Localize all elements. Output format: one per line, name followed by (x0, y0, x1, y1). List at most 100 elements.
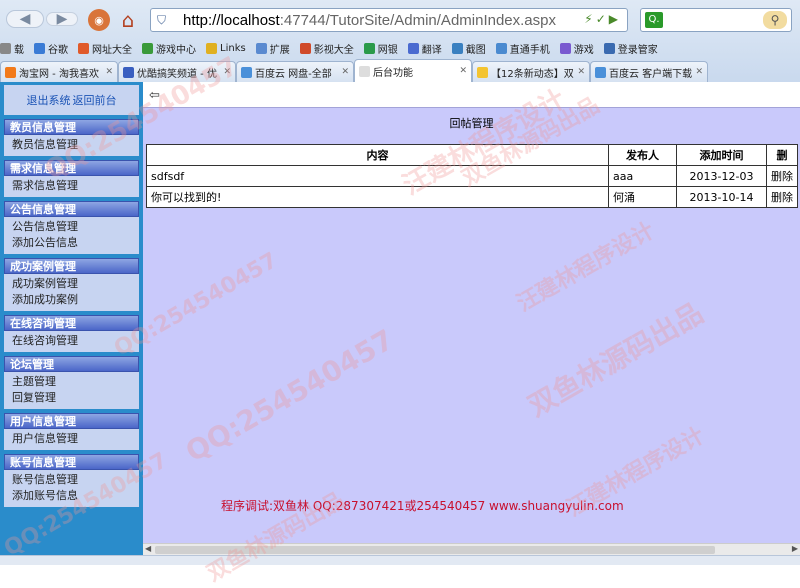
sidebar-menu-link[interactable]: 添加公告信息 (12, 235, 139, 251)
sidebar-group-title[interactable]: 在线咨询管理 (4, 315, 139, 331)
browser-tab[interactable]: 优酷搞笑频道 - 优 ✕ (118, 61, 236, 82)
sidebar-group-body: 教员信息管理 (4, 135, 139, 156)
close-icon[interactable]: ✕ (577, 67, 585, 77)
sidebar-group: 用户信息管理 用户信息管理 (4, 413, 139, 450)
sidebar-menu-link[interactable]: 公告信息管理 (12, 219, 139, 235)
forward-cloud-icon[interactable]: ▶ (46, 11, 78, 27)
browser-tab[interactable]: 百度云 网盘-全部 ✕ (236, 61, 354, 82)
favorite-label: 直通手机 (509, 44, 550, 56)
browser-tab[interactable]: 【12条新动态】双 ✕ (472, 61, 590, 82)
tab-favicon-icon (359, 65, 370, 77)
favorite-icon (34, 42, 45, 54)
favorite-item[interactable]: Links (206, 42, 246, 54)
close-icon[interactable]: ✕ (341, 67, 349, 77)
reply-content-cell: sdfsdf (146, 165, 609, 187)
sidebar-group-title[interactable]: 公告信息管理 (4, 201, 139, 217)
favorite-item[interactable]: 翻译 (407, 41, 442, 56)
favorite-item[interactable]: 直通手机 (495, 41, 550, 56)
sidebar-group-body: 需求信息管理 (4, 176, 139, 197)
sidebar-group-body: 成功案例管理 添加成功案例 (4, 274, 139, 311)
scroll-right-icon[interactable]: ▶ (792, 544, 798, 553)
browser-tab[interactable]: 百度云 客户端下载 ✕ (590, 61, 708, 82)
sidebar-menu-link[interactable]: 账号信息管理 (12, 472, 139, 488)
page-title: 回帖管理 (449, 117, 494, 130)
ie-compat-icon[interactable]: ◉ (88, 9, 110, 31)
horizontal-scrollbar[interactable]: ◀ ▶ (143, 543, 800, 555)
favorite-item[interactable]: 影视大全 (299, 41, 354, 56)
sidebar-group-body: 主题管理 回复管理 (4, 372, 139, 409)
tab-title: 优酷搞笑频道 - 优 (137, 68, 217, 80)
address-bar[interactable]: ⛉ http://localhost:47744/TutorSite/Admin… (150, 8, 628, 32)
sidebar-menu-link[interactable]: 添加账号信息 (12, 488, 139, 504)
sidebar-menu-link[interactable]: 需求信息管理 (12, 178, 139, 194)
footer-credit: 程序调试:双鱼林 QQ:287307421或254540457 www.shua… (221, 499, 624, 513)
url-text[interactable]: http://localhost:47744/TutorSite/Admin/A… (183, 12, 556, 29)
favorite-label: 谷歌 (48, 44, 68, 56)
table-header-row: 内容 发布人 添加时间删 (146, 144, 798, 166)
favorite-icon (559, 42, 571, 54)
favorite-icon (206, 42, 217, 54)
logout-link[interactable]: 退出系统 (27, 92, 71, 108)
address-tools-icon[interactable]: ⚡✓▶ (584, 12, 621, 26)
back-to-front-link[interactable]: 返回前台 (73, 92, 117, 108)
scrollbar-thumb[interactable] (155, 546, 715, 554)
close-icon[interactable]: ✕ (223, 67, 231, 77)
sidebar-group-title[interactable]: 需求信息管理 (4, 160, 139, 176)
browser-tab[interactable]: 淘宝网 - 淘我喜欢 ✕ (0, 61, 118, 82)
sidebar-group-body: 用户信息管理 (4, 429, 139, 450)
close-icon[interactable]: ✕ (105, 67, 113, 77)
favorite-item[interactable]: 截图 (451, 41, 486, 56)
home-icon[interactable]: ⌂ (115, 8, 141, 32)
favorite-item[interactable]: 谷歌 (34, 41, 68, 56)
favorite-label: 载 (14, 44, 24, 56)
favorite-item[interactable]: 载 (0, 41, 24, 56)
sidebar-group-title[interactable]: 用户信息管理 (4, 413, 139, 429)
sidebar-menu-link[interactable]: 在线咨询管理 (12, 333, 139, 349)
tab-title: 百度云 网盘-全部 (255, 68, 332, 80)
search-box[interactable]: Q. ⚲ (640, 8, 792, 32)
sidebar-menu-link[interactable]: 回复管理 (12, 390, 139, 406)
close-icon[interactable]: ✕ (459, 66, 467, 76)
search-engine-icon[interactable]: Q. (645, 12, 663, 28)
favorite-icon (255, 42, 267, 54)
sidebar-group-title[interactable]: 账号信息管理 (4, 454, 139, 470)
date-cell: 2013-12-03 (676, 165, 767, 187)
favorite-item[interactable]: 网银 (363, 41, 398, 56)
browser-tab[interactable]: 后台功能 ✕ (354, 59, 472, 82)
sidebar-menu-link[interactable]: 成功案例管理 (12, 276, 139, 292)
sidebar-group-title[interactable]: 成功案例管理 (4, 258, 139, 274)
close-icon[interactable]: ✕ (695, 67, 703, 77)
favorite-item[interactable]: 游戏中心 (142, 41, 196, 56)
favorite-label: 截图 (465, 44, 486, 56)
browser-chrome: ◀ ▶ ◉ ⌂ ⛉ http://localhost:47744/TutorSi… (0, 0, 800, 82)
sidebar-menu-link[interactable]: 用户信息管理 (12, 431, 139, 447)
sidebar-group: 论坛管理 主题管理 回复管理 (4, 356, 139, 409)
favorite-icon (363, 42, 375, 54)
back-cloud-icon[interactable]: ◀ (6, 10, 44, 28)
back-arrow-icon[interactable]: ⇦ (149, 88, 160, 103)
favorite-item[interactable]: 游戏 (559, 41, 594, 56)
favorite-item[interactable]: 登录管家 (603, 41, 658, 56)
delete-link[interactable]: 删除 (766, 165, 798, 187)
sidebar-menu-link[interactable]: 主题管理 (12, 374, 139, 390)
delete-link[interactable]: 删除 (766, 186, 798, 208)
sidebar-groups: 教员信息管理 教员信息管理 需求信息管理 需求信息管理 公告信息管理 公告信息管理 添加公告… (4, 119, 139, 507)
sidebar-menu-link[interactable]: 添加成功案例 (12, 292, 139, 308)
favorite-item[interactable]: 网址大全 (78, 41, 132, 56)
favorite-label: 登录管家 (617, 44, 658, 56)
sidebar-top-links: 退出系统 返回前台 (4, 85, 139, 115)
sidebar-menu-link[interactable]: 教员信息管理 (12, 137, 139, 153)
browser-navbar: ◀ ▶ ◉ ⌂ ⛉ http://localhost:47744/TutorSi… (0, 0, 800, 38)
sidebar-group-title[interactable]: 论坛管理 (4, 356, 139, 372)
favorite-label: 游戏中心 (156, 44, 196, 56)
column-header: 内容 (146, 144, 609, 166)
favorite-item[interactable]: 扩展 (255, 41, 290, 56)
sidebar-group-body: 账号信息管理 添加账号信息 (4, 470, 139, 507)
scroll-left-icon[interactable]: ◀ (145, 544, 151, 553)
tab-favicon-icon (241, 66, 252, 78)
table-row: sdfsdf aaa 2013-12-03 删除 (146, 165, 798, 187)
search-icon[interactable]: ⚲ (763, 11, 787, 29)
favorite-icon (495, 42, 507, 54)
favorites-bar: 载 谷歌 网址大全 游戏中心 Links 扩展 影视大全 网银 翻译 截图 直通手机 游戏 登录管家 (0, 38, 800, 58)
sidebar-group-title[interactable]: 教员信息管理 (4, 119, 139, 135)
